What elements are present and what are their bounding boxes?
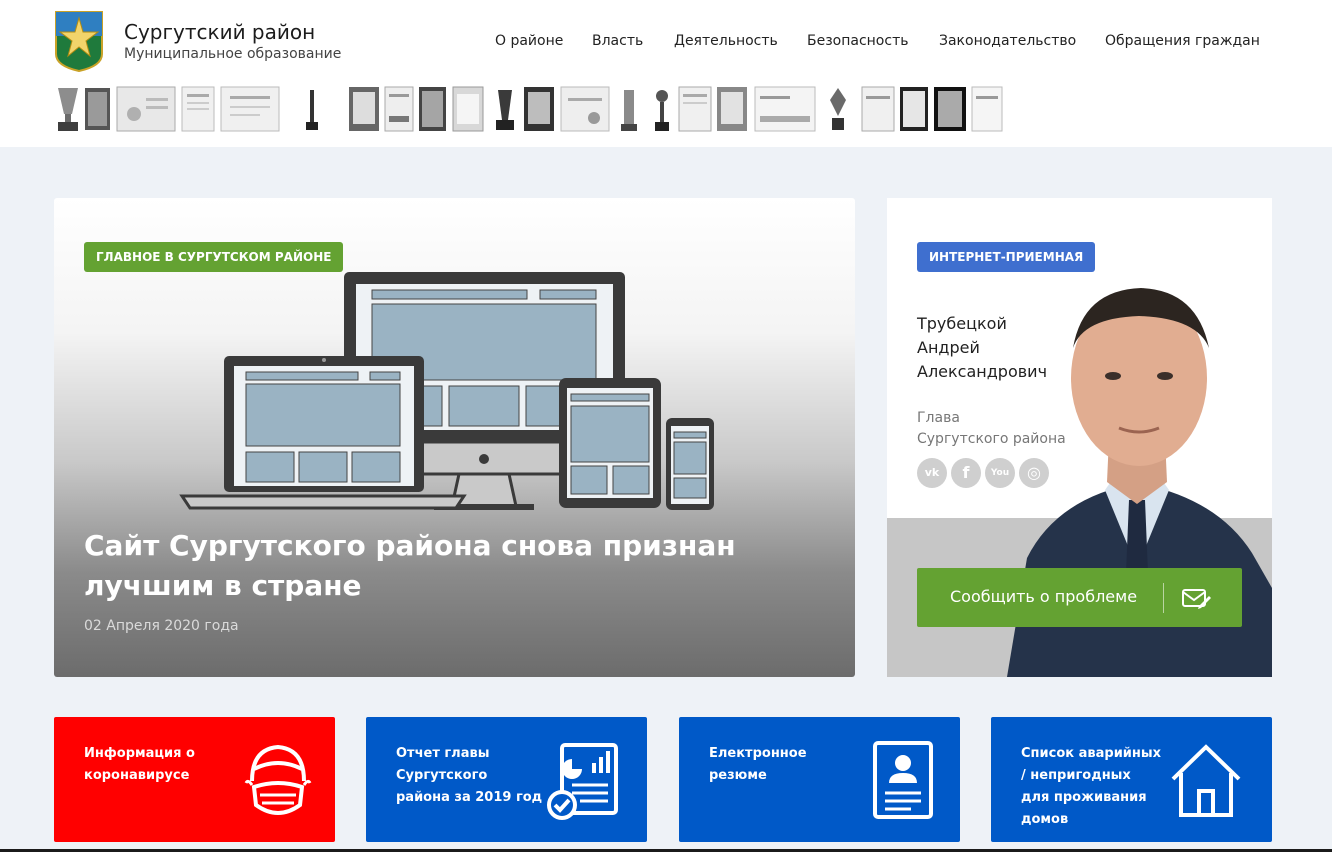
card-label-line: домов	[1021, 812, 1069, 827]
electronic-resume-card[interactable]: Електронное резюме	[679, 717, 960, 842]
card-label-line: Список аварийных	[1021, 746, 1162, 761]
card-label-line: Сургутского	[396, 768, 488, 783]
report-problem-button[interactable]: Сообщить о проблеме	[917, 568, 1242, 627]
site-header: Сургутский район Муниципальное образован…	[0, 0, 1332, 147]
envelope-pen-icon	[1182, 589, 1211, 609]
card-label-line: / непригодных	[1021, 768, 1131, 783]
nav-item-appeals[interactable]: Обращения граждан	[1105, 33, 1260, 49]
vk-icon[interactable]: vk	[917, 458, 947, 488]
house-icon	[1171, 744, 1241, 817]
head-role-line: Сургутского района	[917, 431, 1066, 447]
diploma-award-icon[interactable]	[861, 86, 895, 132]
youtube-icon[interactable]: You	[985, 458, 1015, 488]
featured-news-title[interactable]: Сайт Сургутского района снова признан лу…	[84, 526, 824, 606]
card-label-line: Информация о	[84, 746, 195, 761]
plaque-award-icon[interactable]	[418, 86, 447, 132]
report-document-icon	[547, 743, 618, 820]
nav-item-activity[interactable]: Деятельность	[674, 33, 778, 49]
nav-item-about[interactable]: О районе	[495, 33, 563, 49]
head-name-line: Андрей	[917, 338, 980, 357]
featured-news-date: 02 Апреля 2020 года	[84, 618, 239, 634]
face-mask-icon	[244, 744, 312, 815]
card-label-line: для проживания	[1021, 790, 1147, 805]
featured-tag[interactable]: ГЛАВНОЕ В СУРГУТСКОМ РАЙОНЕ	[84, 242, 344, 272]
plaque-award-icon[interactable]	[716, 86, 748, 132]
diploma-award-icon[interactable]	[452, 86, 484, 132]
emergency-housing-card[interactable]: Список аварийных / непригодных для прожи…	[991, 717, 1272, 842]
resume-icon	[873, 741, 933, 819]
diploma-award-icon[interactable]	[678, 86, 712, 132]
reception-tag[interactable]: ИНТЕРНЕТ-ПРИЕМНАЯ	[917, 242, 1096, 272]
card-label-line: района за 2019 год	[396, 790, 543, 805]
card-label-line: коронавирусе	[84, 768, 190, 783]
statuette-award-icon[interactable]	[652, 86, 672, 132]
plaque-award-icon[interactable]	[933, 86, 967, 132]
card-label: Информация о коронавирусе	[84, 743, 195, 787]
plaque-award-icon[interactable]	[523, 86, 555, 132]
card-label-line: Електронное	[709, 746, 807, 761]
awards-strip	[54, 86, 1014, 134]
diploma-award-icon[interactable]	[971, 86, 1003, 132]
certificate-award-icon[interactable]	[220, 86, 280, 132]
statuette-award-icon[interactable]	[619, 86, 639, 132]
card-label-line: резюме	[709, 768, 767, 783]
certificate-award-icon[interactable]	[754, 86, 816, 132]
card-label-line: Отчет главы	[396, 746, 490, 761]
nav-item-legislation[interactable]: Законодательство	[939, 33, 1076, 49]
plaque-award-icon[interactable]	[899, 86, 929, 132]
main-nav: О районе Власть Деятельность Безопасност…	[0, 33, 1332, 53]
card-label: Список аварийных / непригодных для прожи…	[1021, 743, 1161, 831]
plaque-award-icon[interactable]	[348, 86, 380, 132]
annual-report-card[interactable]: Отчет главы Сургутского района за 2019 г…	[366, 717, 647, 842]
card-label: Електронное резюме	[709, 743, 807, 787]
certificate-award-icon[interactable]	[560, 86, 610, 132]
nav-item-authority[interactable]: Власть	[592, 33, 643, 49]
covid-info-card[interactable]: Информация о коронавирусе	[54, 717, 335, 842]
certificate-award-icon[interactable]	[116, 86, 176, 132]
internet-reception-panel: ИНТЕРНЕТ-ПРИЕМНАЯ Трубецкой Андрей Алекс…	[887, 198, 1272, 677]
report-problem-label: Сообщить о проблеме	[950, 587, 1138, 606]
button-divider	[1163, 583, 1164, 613]
featured-news-card[interactable]: ГЛАВНОЕ В СУРГУТСКОМ РАЙОНЕ Сайт Сургутс…	[54, 198, 855, 677]
head-name-line: Трубецкой	[917, 314, 1007, 333]
statuette-award-icon[interactable]	[304, 86, 320, 132]
statuette-award-icon[interactable]	[492, 86, 518, 132]
instagram-icon[interactable]: ◎	[1019, 458, 1049, 488]
plaque-award-icon[interactable]	[84, 86, 111, 132]
certificate-award-icon[interactable]	[384, 86, 414, 132]
diploma-award-icon[interactable]	[181, 86, 215, 132]
head-role-line: Глава	[917, 410, 960, 426]
head-name-line: Александрович	[917, 362, 1048, 381]
statuette-award-icon[interactable]	[824, 86, 852, 132]
facebook-icon[interactable]: f	[951, 458, 981, 488]
card-label: Отчет главы Сургутского района за 2019 г…	[396, 743, 542, 809]
cup-award-icon[interactable]	[54, 86, 82, 132]
head-role: Глава Сургутского района	[917, 408, 1087, 450]
nav-item-security[interactable]: Безопасность	[807, 33, 908, 49]
head-name: Трубецкой Андрей Александрович	[917, 312, 1087, 384]
